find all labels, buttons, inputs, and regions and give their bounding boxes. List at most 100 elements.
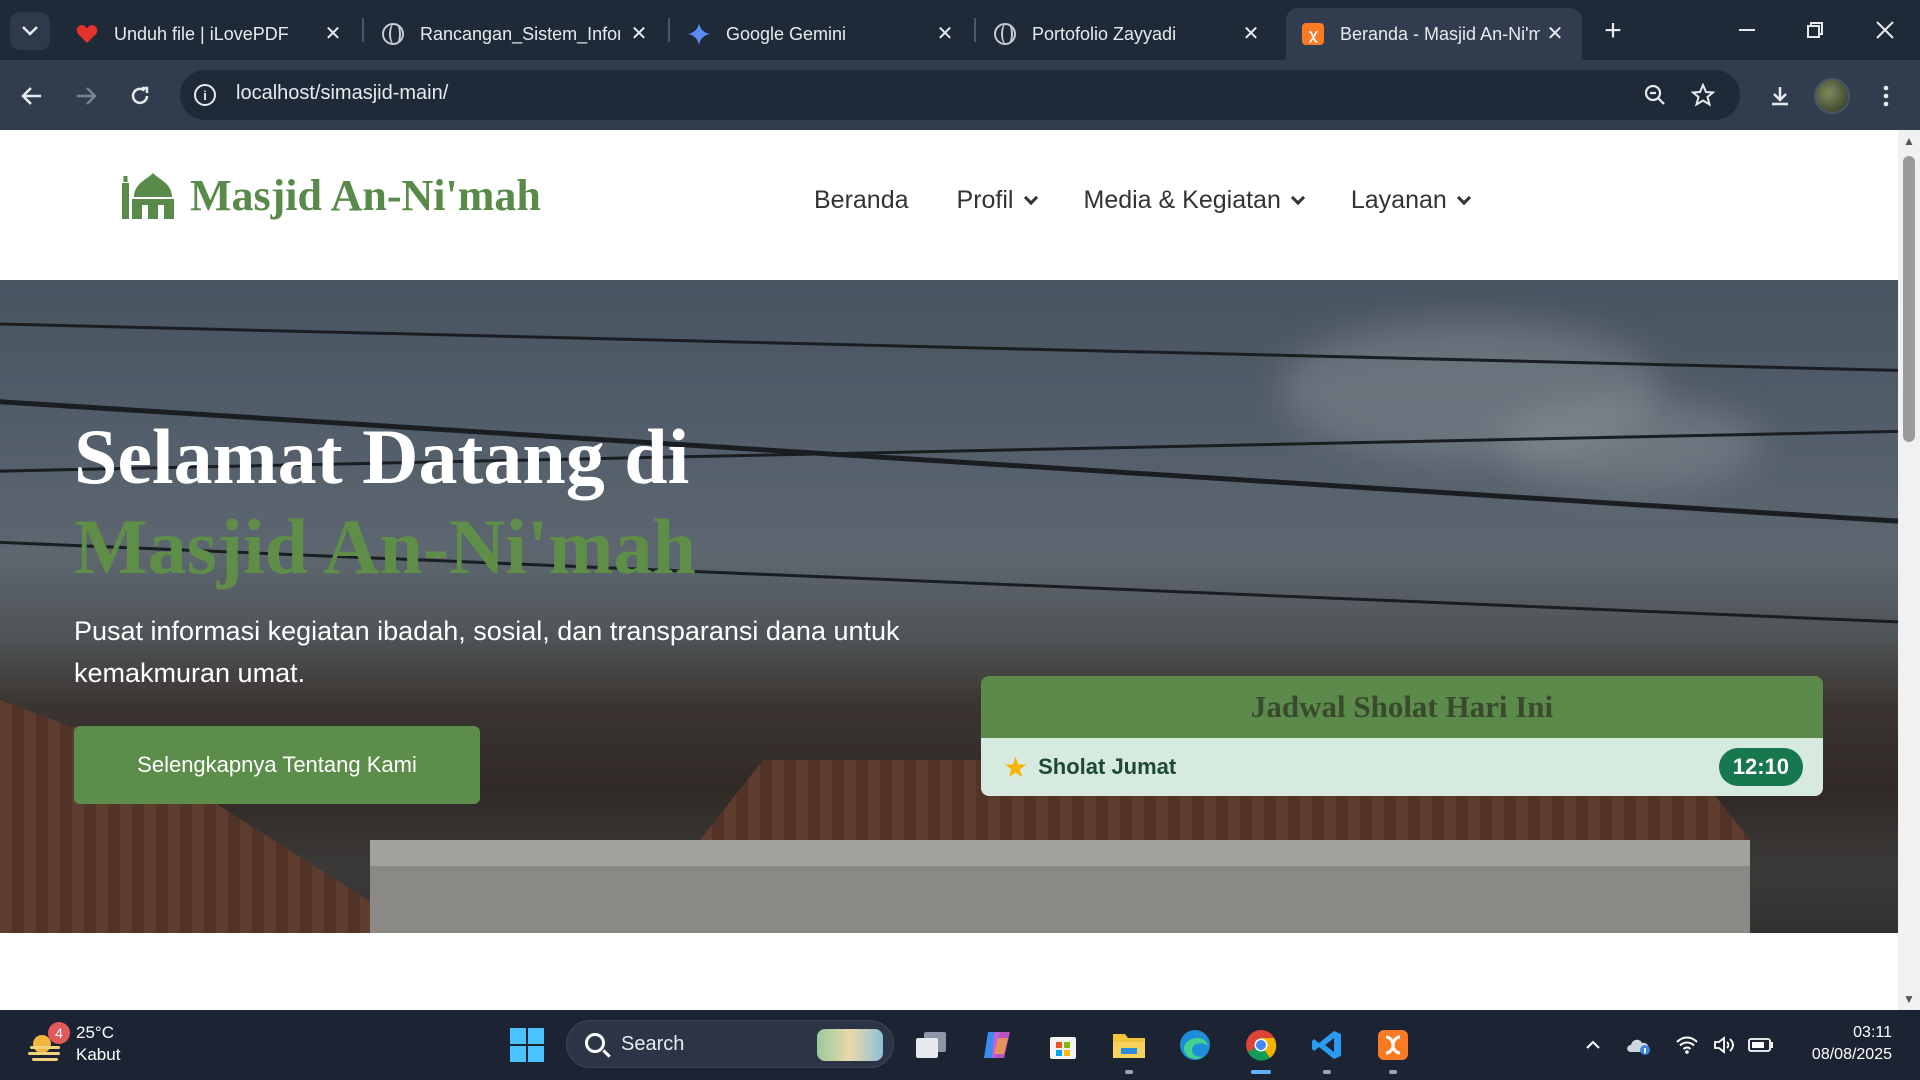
page-viewport: Masjid An-Ni'mah Beranda Profil Media & … xyxy=(0,130,1898,1010)
more-vert-icon xyxy=(1883,85,1889,107)
site-navbar: Masjid An-Ni'mah Beranda Profil Media & … xyxy=(0,130,1898,280)
chrome-icon xyxy=(1246,1030,1277,1061)
tab-rancangan[interactable]: Rancangan_Sistem_Inform ✕ xyxy=(366,8,666,60)
prayer-name: Sholat Jumat xyxy=(1038,754,1177,779)
microsoft-store-button[interactable] xyxy=(1040,1022,1086,1068)
globe-icon xyxy=(382,23,404,45)
minimize-icon xyxy=(1739,29,1755,31)
forward-button[interactable] xyxy=(68,78,104,114)
tab-title: Beranda - Masjid An-Ni'm xyxy=(1340,23,1540,44)
task-view-icon xyxy=(916,1032,946,1058)
hero-section: Selamat Datang di Masjid An-Ni'mah Pusat… xyxy=(0,280,1898,933)
page-scrollbar[interactable]: ▲ ▼ xyxy=(1898,130,1920,1010)
tab-portofolio[interactable]: Portofolio Zayyadi ✕ xyxy=(978,8,1278,60)
task-view-button[interactable] xyxy=(908,1022,954,1068)
weather-widget[interactable]: 4 25°C Kabut xyxy=(26,1022,120,1066)
profile-avatar[interactable] xyxy=(1814,78,1850,114)
vscode-button[interactable] xyxy=(1304,1022,1350,1074)
scrollbar-thumb[interactable] xyxy=(1903,156,1915,442)
bookmark-star-icon[interactable] xyxy=(1688,80,1718,110)
close-icon[interactable]: ✕ xyxy=(1238,20,1264,46)
taskbar-search[interactable]: Search xyxy=(566,1020,894,1068)
notification-badge: 4 xyxy=(48,1022,70,1044)
nav-layanan-dropdown[interactable]: Layanan xyxy=(1351,186,1471,215)
running-indicator xyxy=(1389,1070,1397,1074)
minimize-button[interactable] xyxy=(1722,8,1772,52)
nav-label: Beranda xyxy=(814,186,909,214)
arrow-right-icon xyxy=(77,87,97,105)
chrome-menu-button[interactable] xyxy=(1868,78,1904,114)
download-icon xyxy=(1772,87,1788,106)
copilot-button[interactable] xyxy=(974,1022,1020,1068)
new-tab-button[interactable]: + xyxy=(1596,14,1630,48)
running-indicator xyxy=(1125,1070,1133,1074)
prayer-time-badge: 12:10 xyxy=(1718,748,1803,786)
tab-beranda-active[interactable]: ꭓ Beranda - Masjid An-Ni'm ✕ xyxy=(1286,8,1582,60)
tab-search-button[interactable] xyxy=(10,12,50,50)
nav-label: Media & Kegiatan xyxy=(1083,186,1281,214)
zoom-icon[interactable] xyxy=(1640,80,1670,110)
hero-overlay xyxy=(0,280,1898,933)
weather-text: 25°C Kabut xyxy=(76,1022,120,1066)
close-icon[interactable]: ✕ xyxy=(932,20,958,46)
tab-title: Unduh file | iLovePDF xyxy=(114,23,289,44)
file-explorer-button[interactable] xyxy=(1106,1022,1152,1074)
tab-ilovepdf[interactable]: Unduh file | iLovePDF ✕ xyxy=(60,8,360,60)
url-text[interactable]: localhost/simasjid-main/ xyxy=(236,82,448,105)
wifi-icon[interactable] xyxy=(1672,1030,1702,1060)
chrome-button[interactable] xyxy=(1238,1022,1284,1074)
chevron-down-icon xyxy=(1290,190,1305,205)
search-icon xyxy=(585,1033,605,1053)
battery-icon[interactable] xyxy=(1746,1030,1776,1060)
start-button[interactable] xyxy=(504,1022,550,1068)
weather-description: Kabut xyxy=(76,1045,121,1064)
gemini-icon xyxy=(688,23,710,45)
scroll-up-icon[interactable]: ▲ xyxy=(1902,134,1916,148)
tab-divider xyxy=(362,18,364,42)
tab-gemini[interactable]: Google Gemini ✕ xyxy=(672,8,972,60)
clock-time: 03:11 xyxy=(1853,1024,1892,1041)
address-bar[interactable]: i localhost/simasjid-main/ xyxy=(180,70,1740,120)
reload-button[interactable] xyxy=(122,78,158,114)
folder-icon xyxy=(1113,1034,1145,1058)
tab-title: Rancangan_Sistem_Inform xyxy=(420,23,620,44)
nav-media-kegiatan-dropdown[interactable]: Media & Kegiatan xyxy=(1083,186,1305,215)
system-clock[interactable]: 03:11 08/08/2025 xyxy=(1796,1022,1892,1066)
downloads-button[interactable] xyxy=(1762,78,1798,114)
hero-title-accent: Masjid An-Ni'mah xyxy=(74,503,696,590)
running-indicator xyxy=(1323,1070,1331,1074)
fog-weather-icon: 4 xyxy=(26,1022,70,1064)
site-info-icon[interactable]: i xyxy=(194,84,216,106)
windows-logo-icon xyxy=(510,1028,544,1062)
prayer-row: ★ Sholat Jumat 12:10 xyxy=(981,738,1823,796)
active-indicator xyxy=(1251,1070,1271,1074)
site-logo[interactable]: Masjid An-Ni'mah xyxy=(120,170,541,221)
onedrive-icon[interactable] xyxy=(1624,1030,1654,1060)
volume-icon[interactable] xyxy=(1710,1030,1740,1060)
close-icon[interactable]: ✕ xyxy=(1542,20,1568,46)
xampp-icon: ꭓ xyxy=(1302,23,1324,45)
logo-text: Masjid An-Ni'mah xyxy=(190,171,541,220)
back-button[interactable] xyxy=(14,78,50,114)
nav-label: Profil xyxy=(956,186,1014,214)
tab-title: Google Gemini xyxy=(726,23,847,44)
scroll-down-icon[interactable]: ▼ xyxy=(1902,992,1916,1006)
windows-taskbar: 4 25°C Kabut Search 03:11 08/08/2025 xyxy=(0,1010,1920,1080)
nav-profil-dropdown[interactable]: Profil xyxy=(956,186,1038,215)
show-hidden-icons-button[interactable] xyxy=(1578,1030,1608,1060)
hero-description: Pusat informasi kegiatan ibadah, sosial,… xyxy=(74,616,900,688)
close-icon[interactable]: ✕ xyxy=(320,20,346,46)
xampp-button[interactable] xyxy=(1370,1022,1416,1074)
close-window-button[interactable] xyxy=(1860,8,1910,52)
heart-icon xyxy=(76,23,98,45)
taskbar-search-placeholder: Search xyxy=(621,1033,685,1055)
nav-beranda[interactable]: Beranda xyxy=(814,186,909,215)
restore-button[interactable] xyxy=(1790,8,1840,52)
about-us-button[interactable]: Selengkapnya Tentang Kami xyxy=(74,726,480,804)
close-icon[interactable]: ✕ xyxy=(626,20,652,46)
reload-icon xyxy=(131,86,149,105)
restore-icon xyxy=(1807,22,1823,38)
edge-button[interactable] xyxy=(1172,1022,1218,1068)
browser-toolbar: i localhost/simasjid-main/ xyxy=(0,60,1920,130)
arrow-left-icon xyxy=(21,87,41,105)
